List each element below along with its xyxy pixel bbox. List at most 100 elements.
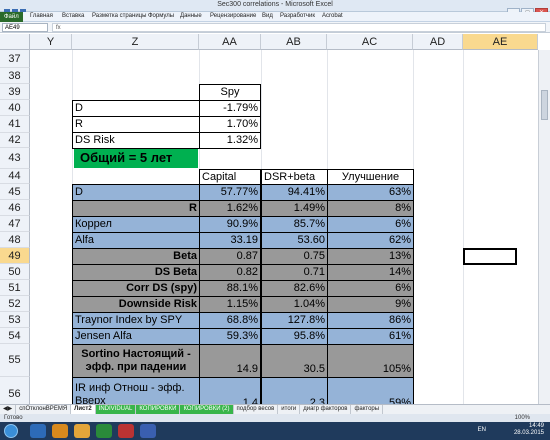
metric-capital-value[interactable]: 57.77% — [199, 184, 261, 201]
metric-label[interactable]: D — [72, 184, 200, 201]
metric-capital-value[interactable]: 1.15% — [199, 296, 261, 313]
ribbon-tab-data[interactable]: Данные — [180, 13, 202, 19]
metric-dsr-value[interactable]: 95.8% — [261, 328, 328, 345]
header-capital[interactable]: Capital — [199, 169, 261, 185]
ribbon-tab-review[interactable]: Рецензирование — [210, 13, 256, 19]
metric-dsr-value[interactable]: 0.71 — [261, 264, 328, 281]
ribbon-tab-page-layout[interactable]: Разметка страницы — [92, 13, 146, 19]
metric-capital-value[interactable]: 33.19 — [199, 232, 261, 249]
row-header-53[interactable]: 53 — [0, 312, 30, 328]
table1-label-r[interactable]: R — [72, 116, 200, 133]
sheet-tab[interactable]: Лист2 — [71, 405, 96, 414]
app-taskbar-icon[interactable] — [118, 424, 134, 438]
metric-dsr-value[interactable]: 85.7% — [261, 216, 328, 233]
metric-capital-value[interactable]: 1.62% — [199, 200, 261, 217]
col-header-ad[interactable]: AD — [413, 34, 463, 50]
metric-dsr-value[interactable]: 94.41% — [261, 184, 328, 201]
metric-imp-value[interactable]: 8% — [327, 200, 414, 217]
sheet-tab[interactable]: подбор весов — [234, 405, 279, 414]
sheet-tab[interactable]: INDIVIDUAL — [95, 405, 137, 414]
zoom-level[interactable]: 100% — [515, 414, 530, 422]
row-header-51[interactable]: 51 — [0, 280, 30, 296]
row-header-43[interactable]: 43 — [0, 148, 30, 169]
metric-capital-value[interactable]: 68.8% — [199, 312, 261, 329]
metric-label[interactable]: Corr DS (spy) — [72, 280, 200, 297]
row-header-42[interactable]: 42 — [0, 133, 30, 148]
file-tab[interactable]: Файл — [0, 12, 23, 22]
sheet-tab[interactable]: диагр факторов — [300, 405, 352, 414]
table1-value-r[interactable]: 1.70% — [199, 116, 261, 133]
ribbon-tab-acrobat[interactable]: Acrobat — [322, 13, 343, 19]
row-header-37[interactable]: 37 — [0, 50, 30, 68]
metric-label[interactable]: Alfa — [72, 232, 200, 249]
metric-imp-value[interactable]: 9% — [327, 296, 414, 313]
col-header-y[interactable]: Y — [30, 34, 72, 50]
row-header-49[interactable]: 49 — [0, 248, 30, 264]
metric-dsr-value[interactable]: 2.3 — [261, 377, 328, 404]
col-header-z[interactable]: Z — [72, 34, 199, 50]
sheet-tab[interactable]: итоги — [278, 405, 301, 414]
col-header-ab[interactable]: AB — [261, 34, 327, 50]
metric-label[interactable]: DS Beta — [72, 264, 200, 281]
start-button-icon[interactable] — [4, 424, 18, 438]
row-header-48[interactable]: 48 — [0, 232, 30, 248]
col-header-ae[interactable]: AE — [463, 34, 538, 50]
scroll-thumb[interactable] — [541, 90, 548, 120]
chrome-taskbar-icon[interactable] — [74, 424, 90, 438]
col-header-ac[interactable]: AC — [327, 34, 413, 50]
explorer-taskbar-icon[interactable] — [30, 424, 46, 438]
metric-label[interactable]: Jensen Alfa — [72, 328, 200, 345]
table1-value-d[interactable]: -1.79% — [199, 100, 261, 117]
metric-dsr-value[interactable]: 127.8% — [261, 312, 328, 329]
vertical-scrollbar[interactable] — [538, 50, 550, 404]
metric-imp-value[interactable]: 13% — [327, 248, 414, 265]
active-cell-ae49[interactable] — [463, 248, 517, 265]
fx-icon[interactable]: fx — [56, 25, 61, 31]
table1-value-dsrisk[interactable]: 1.32% — [199, 132, 261, 149]
language-indicator[interactable]: EN — [478, 427, 486, 433]
section-title[interactable]: Общий = 5 лет — [74, 149, 198, 168]
sheet-tab[interactable]: спОтклонВРЕМЯ — [16, 405, 72, 414]
folder-taskbar-icon[interactable] — [52, 424, 68, 438]
metric-imp-value[interactable]: 62% — [327, 232, 414, 249]
metric-imp-value[interactable]: 105% — [327, 344, 414, 378]
spreadsheet-grid[interactable]: Y Z AA AB AC AD AE 37 38 39 40 41 42 43 … — [0, 34, 550, 404]
row-header-56[interactable]: 56 — [0, 377, 30, 404]
ribbon-tab-insert[interactable]: Вставка — [62, 13, 84, 19]
name-box[interactable]: AE49 — [2, 23, 48, 32]
metric-label[interactable]: Beta — [72, 248, 200, 265]
metric-dsr-value[interactable]: 1.49% — [261, 200, 328, 217]
metric-capital-value[interactable]: 59.3% — [199, 328, 261, 345]
metric-dsr-value[interactable]: 53.60 — [261, 232, 328, 249]
sheet-tab[interactable]: КОПИРОВКИ (2) — [180, 405, 234, 414]
ribbon-tab-formulas[interactable]: Формулы — [148, 13, 174, 19]
metric-capital-value[interactable]: 0.82 — [199, 264, 261, 281]
row-header-47[interactable]: 47 — [0, 216, 30, 232]
table1-label-d[interactable]: D — [72, 100, 200, 117]
row-header-52[interactable]: 52 — [0, 296, 30, 312]
word-taskbar-icon[interactable] — [140, 424, 156, 438]
row-header-55[interactable]: 55 — [0, 344, 30, 377]
metric-dsr-value[interactable]: 1.04% — [261, 296, 328, 313]
metric-capital-value[interactable]: 1.4 — [199, 377, 261, 404]
row-header-50[interactable]: 50 — [0, 264, 30, 280]
header-dsr-beta[interactable]: DSR+beta — [261, 169, 328, 185]
metric-label[interactable]: Коррел — [72, 216, 200, 233]
ribbon-tab-view[interactable]: Вид — [262, 13, 273, 19]
metric-label[interactable]: R — [72, 200, 200, 217]
row-header-46[interactable]: 46 — [0, 200, 30, 216]
ribbon-tab-home[interactable]: Главная — [30, 13, 53, 19]
metric-dsr-value[interactable]: 0.75 — [261, 248, 328, 265]
select-all-corner[interactable] — [0, 34, 30, 50]
metric-dsr-value[interactable]: 30.5 — [261, 344, 328, 378]
metric-label[interactable]: IR инф Отнош - эфф. Вверх — [72, 377, 200, 404]
formula-input[interactable]: fx — [52, 23, 546, 32]
row-header-45[interactable]: 45 — [0, 184, 30, 200]
metric-imp-value[interactable]: 59% — [327, 377, 414, 404]
metric-capital-value[interactable]: 90.9% — [199, 216, 261, 233]
metric-capital-value[interactable]: 88.1% — [199, 280, 261, 297]
row-header-41[interactable]: 41 — [0, 116, 30, 133]
sheet-nav-arrows-icon[interactable]: ◀▶ — [0, 405, 17, 414]
metric-imp-value[interactable]: 86% — [327, 312, 414, 329]
excel-taskbar-icon[interactable] — [96, 424, 112, 438]
